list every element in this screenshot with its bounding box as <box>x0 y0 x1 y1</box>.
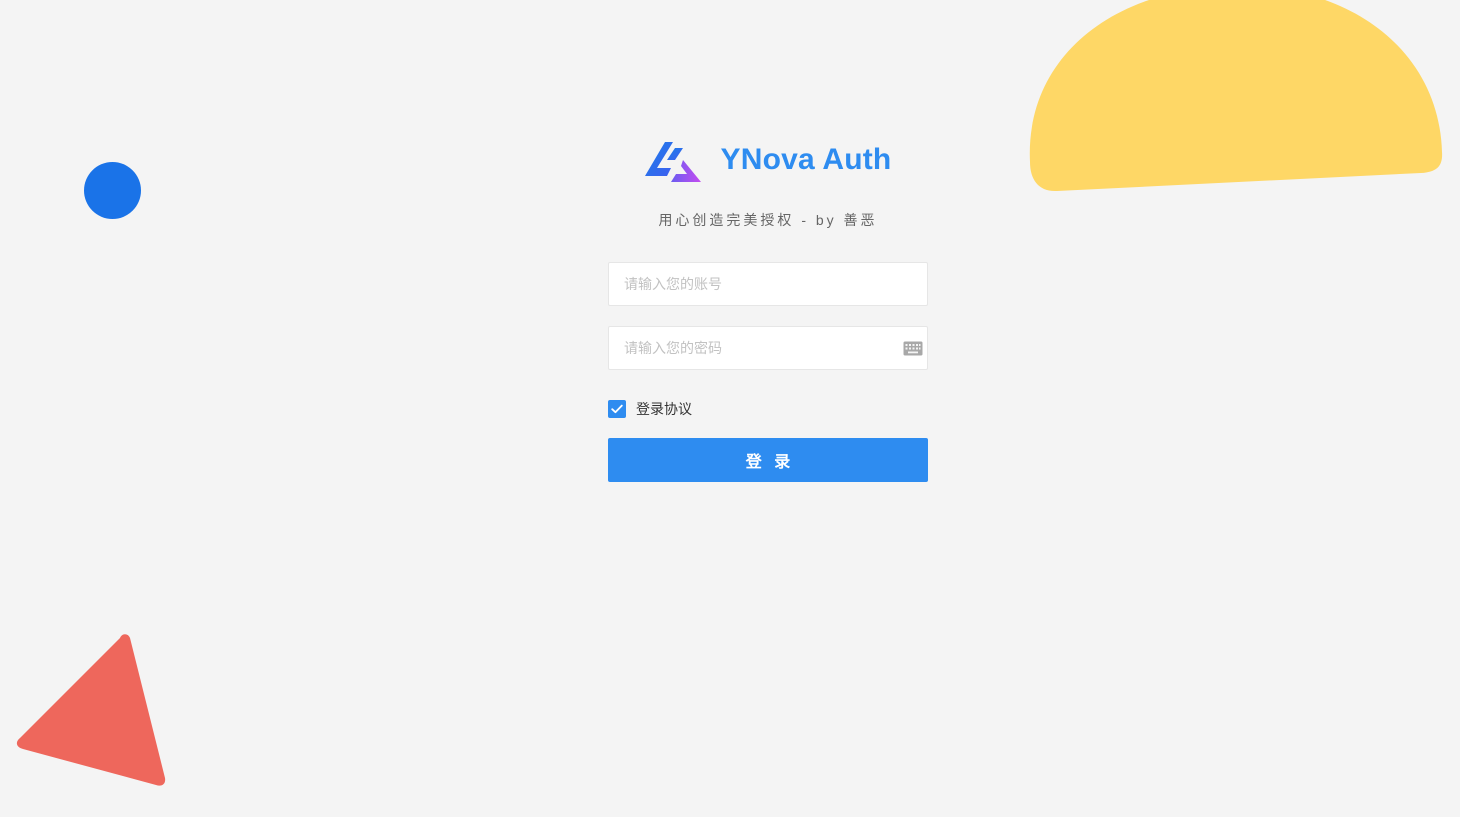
decorative-red-triangle <box>16 634 166 786</box>
password-field <box>608 326 928 370</box>
password-input[interactable] <box>609 327 927 369</box>
keyboard-icon[interactable] <box>903 341 923 356</box>
decorative-yellow-semicircle <box>1029 0 1443 192</box>
decorative-blue-circle <box>84 162 141 219</box>
login-panel: YNova Auth 用心创造完美授权 - by 善恶 请输入您的账号 登录协议… <box>608 136 928 482</box>
brand-slogan: 用心创造完美授权 - by 善恶 <box>658 212 878 228</box>
agreement-row: 登录协议 <box>608 399 928 419</box>
agreement-label[interactable]: 登录协议 <box>636 399 692 419</box>
checkmark-icon <box>611 404 623 414</box>
username-field <box>608 262 928 306</box>
brand-header: YNova Auth <box>606 136 928 184</box>
ynova-logo-icon <box>644 142 701 182</box>
username-input[interactable] <box>609 263 927 305</box>
login-button[interactable]: 登 录 <box>608 438 928 482</box>
brand-name: YNova Auth <box>720 143 892 176</box>
agreement-checkbox[interactable] <box>608 400 626 418</box>
